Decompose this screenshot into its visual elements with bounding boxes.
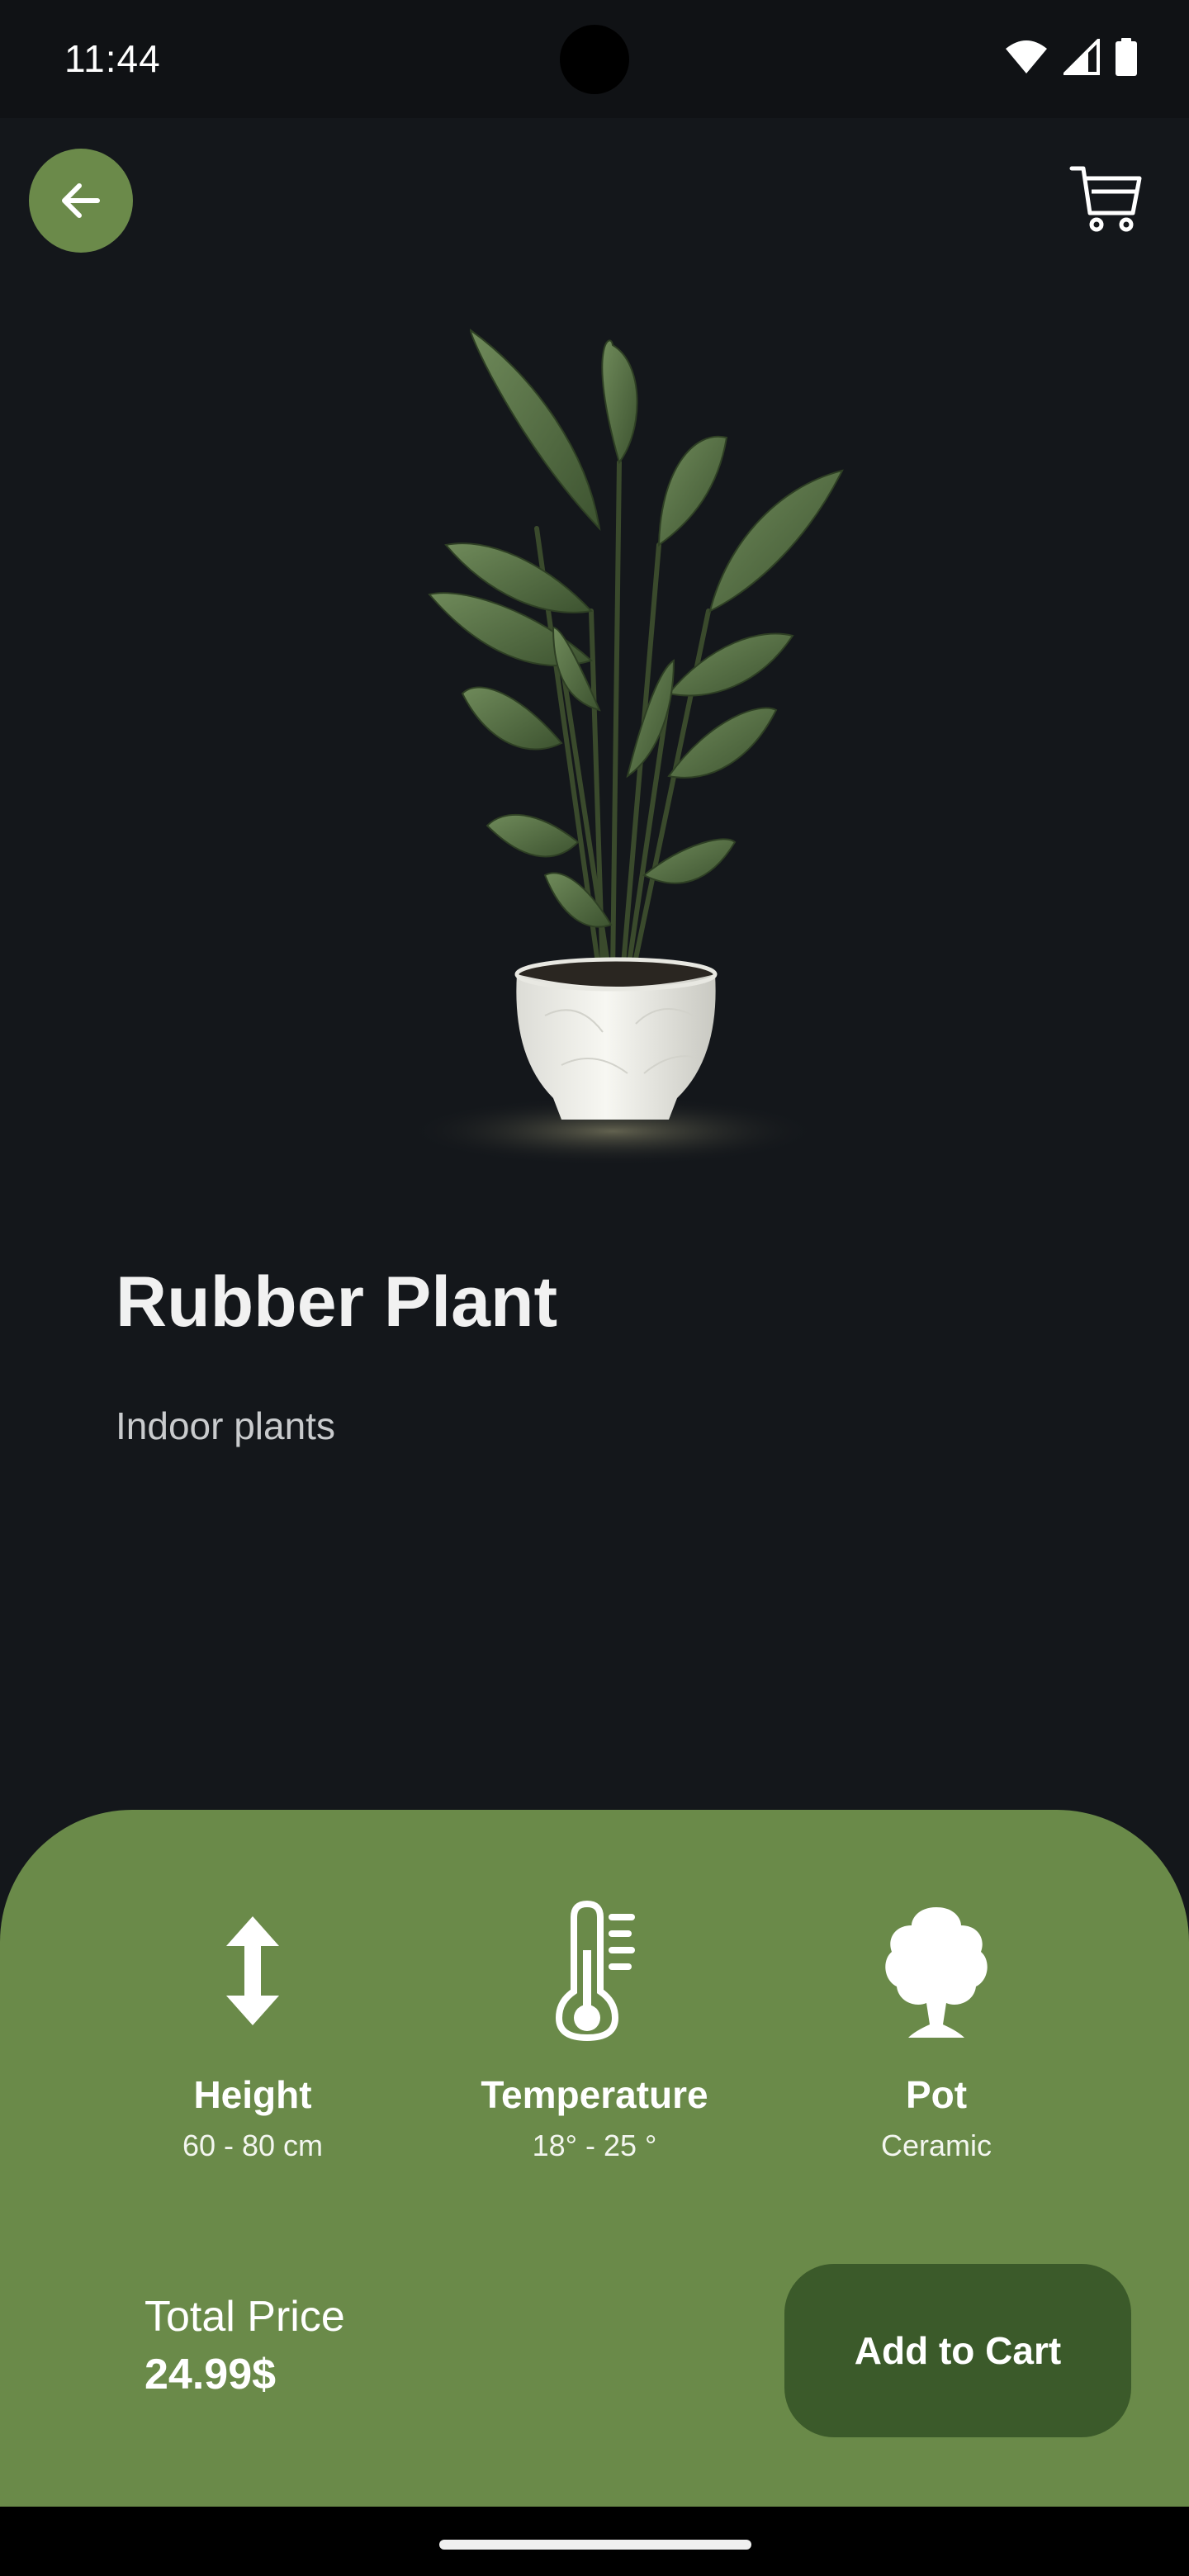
bottom-panel: Height 60 - 80 cm Temperature 18° - 25 °… [0, 1810, 1189, 2507]
spec-label: Height [193, 2073, 312, 2116]
wifi-icon [1006, 40, 1047, 73]
spec-value: 18° - 25 ° [532, 2129, 657, 2162]
spec-temperature: Temperature 18° - 25 ° [446, 1901, 743, 2163]
status-bar: 11:44 [0, 0, 1189, 118]
cell-signal-icon [1063, 39, 1100, 75]
total-price-value: 24.99$ [144, 2351, 277, 2398]
spec-value: Ceramic [880, 2129, 992, 2162]
camera-cutout [560, 25, 629, 94]
height-arrows-icon [226, 1916, 279, 2025]
spec-label: Temperature [481, 2073, 708, 2116]
spec-label: Pot [905, 2073, 968, 2116]
spec-height: Height 60 - 80 cm [104, 1901, 401, 2163]
home-indicator[interactable] [439, 2540, 751, 2550]
arrow-left-icon [62, 183, 100, 218]
back-button[interactable] [29, 149, 133, 253]
status-time: 11:44 [64, 37, 161, 80]
shopping-cart-icon [1069, 166, 1142, 232]
product-title: Rubber Plant [116, 1262, 558, 1342]
tree-icon [885, 1907, 988, 2038]
battery-icon [1116, 38, 1137, 76]
thermometer-icon [555, 1901, 635, 2041]
spec-pot: Pot Ceramic [788, 1901, 1085, 2163]
cart-button[interactable] [1065, 157, 1148, 239]
status-icons [1004, 38, 1138, 76]
product-category: Indoor plants [116, 1404, 335, 1447]
product-detail-screen: 11:44 Rubber Plant Indoor plants Height … [0, 0, 1189, 2576]
total-price-label: Total Price [144, 2293, 345, 2341]
add-to-cart-button[interactable]: Add to Cart [784, 2264, 1131, 2437]
spec-value: 60 - 80 cm [182, 2129, 324, 2162]
potted-plant-image [406, 329, 844, 1166]
system-nav-bar [0, 2507, 1189, 2576]
